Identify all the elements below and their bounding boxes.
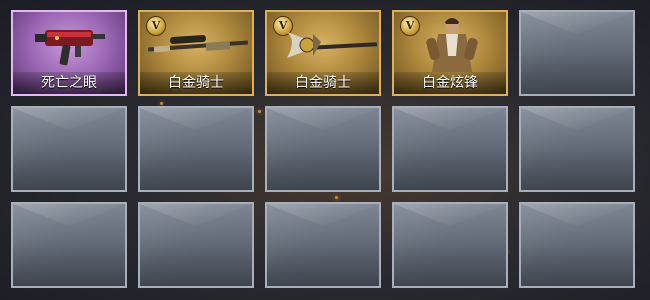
inventory-slot-empty[interactable] [519, 10, 635, 96]
item-name: 白金炫锋 [394, 72, 506, 94]
sniper-rifle-icon [147, 34, 249, 53]
melee-axe-icon [287, 32, 378, 58]
ember-decoration [335, 196, 338, 199]
character-skin-icon [426, 18, 478, 72]
inventory-grid: 死亡之眼 V 白金骑士 V 白金骑士 V 白金炫锋 [0, 0, 650, 300]
inventory-slot-empty[interactable] [392, 106, 508, 192]
inventory-slot-empty[interactable] [392, 202, 508, 288]
inventory-slot-empty[interactable] [519, 202, 635, 288]
inventory-slot-empty[interactable] [265, 106, 381, 192]
ember-decoration [258, 110, 261, 113]
inventory-slot-3[interactable]: V 白金骑士 [265, 10, 381, 96]
inventory-slot-empty[interactable] [138, 106, 254, 192]
inventory-slot-empty[interactable] [138, 202, 254, 288]
smg-weapon-icon [35, 30, 105, 66]
inventory-slot-empty[interactable] [519, 106, 635, 192]
item-name: 白金骑士 [140, 72, 252, 94]
inventory-slot-4[interactable]: V 白金炫锋 [392, 10, 508, 96]
inventory-slot-empty[interactable] [11, 106, 127, 192]
inventory-slot-empty[interactable] [11, 202, 127, 288]
item-name: 白金骑士 [267, 72, 379, 94]
inventory-slot-empty[interactable] [265, 202, 381, 288]
inventory-slot-2[interactable]: V 白金骑士 [138, 10, 254, 96]
ember-decoration [160, 102, 163, 105]
inventory-slot-1[interactable]: 死亡之眼 [11, 10, 127, 96]
item-name: 死亡之眼 [13, 72, 125, 94]
